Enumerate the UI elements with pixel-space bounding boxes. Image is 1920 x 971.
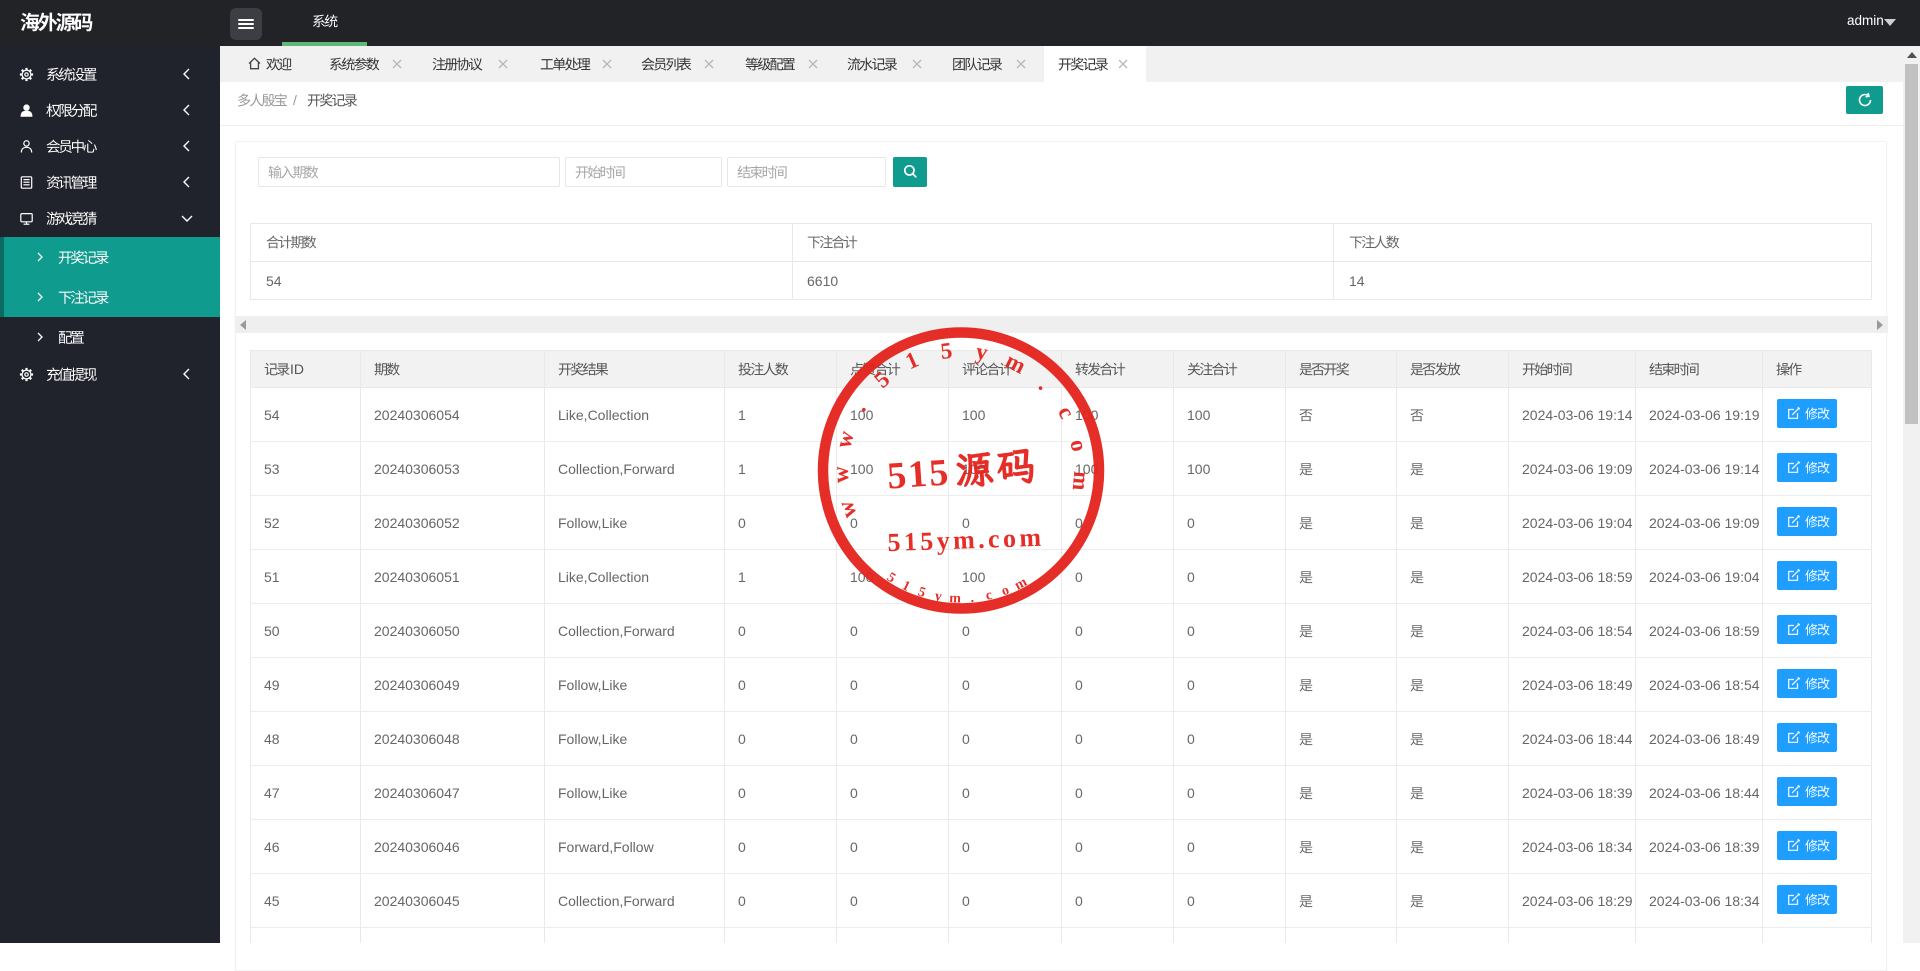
svg-text:.: . (847, 398, 871, 416)
svg-text:.: . (1034, 373, 1056, 395)
svg-text:m: m (1068, 470, 1095, 491)
svg-text:o: o (1065, 437, 1092, 453)
svg-text:5: 5 (884, 570, 898, 586)
svg-text:y: y (974, 339, 990, 366)
svg-text:5: 5 (939, 338, 953, 364)
svg-text:w: w (828, 466, 854, 484)
svg-text:o: o (1000, 583, 1012, 599)
svg-text:1: 1 (902, 347, 923, 375)
svg-text:m: m (949, 591, 962, 607)
svg-text:w: w (830, 428, 859, 451)
svg-text:515: 515 (886, 451, 952, 497)
svg-text:1: 1 (900, 578, 913, 595)
svg-text:w: w (832, 497, 861, 521)
svg-text:c: c (1053, 402, 1080, 423)
svg-text:.: . (970, 591, 975, 606)
svg-text:5: 5 (869, 366, 894, 392)
svg-text:515ym.com: 515ym.com (887, 523, 1045, 557)
